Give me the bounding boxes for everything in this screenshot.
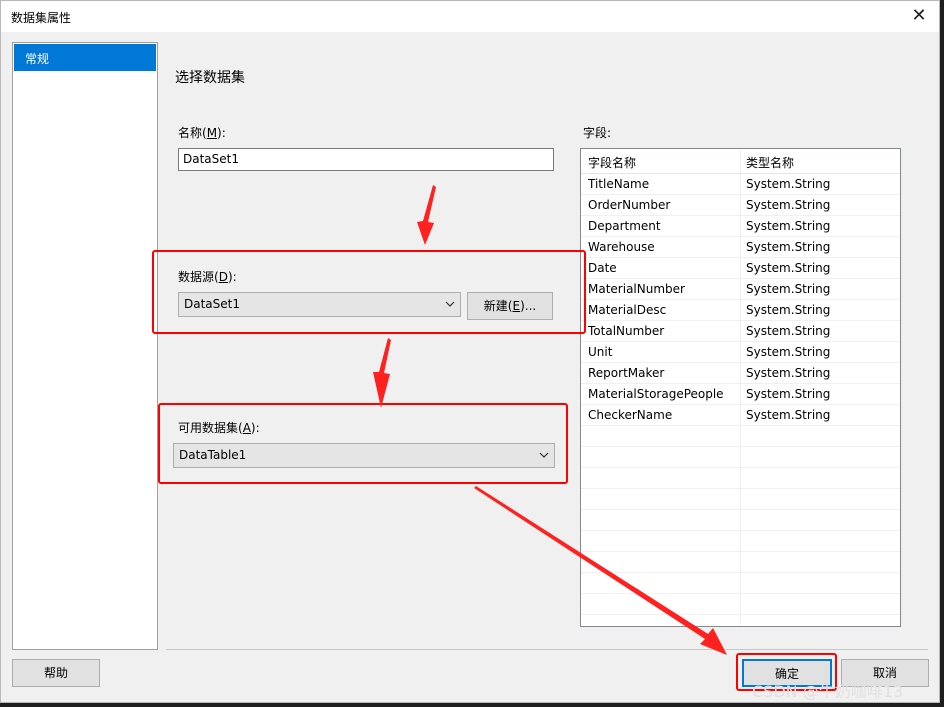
table-row (581, 447, 900, 468)
table-row[interactable]: OrderNumber System.String (581, 195, 900, 216)
table-row[interactable]: ReportMaker System.String (581, 363, 900, 384)
field-name-cell: Warehouse (588, 240, 655, 254)
table-row[interactable]: TotalNumber System.String (581, 321, 900, 342)
table-row (581, 510, 900, 531)
close-icon[interactable]: ✕ (899, 1, 939, 32)
name-label: 名称(M): (178, 124, 226, 141)
name-label-text: 名称( (178, 126, 207, 140)
field-name-cell: OrderNumber (588, 198, 671, 212)
watermark: CSDN @牛奶咖啡13 (752, 682, 904, 701)
field-name-cell: Date (588, 261, 617, 275)
table-row (581, 594, 900, 615)
field-type-cell: System.String (746, 303, 831, 317)
table-row (581, 468, 900, 489)
help-button[interactable]: 帮助 (12, 659, 100, 687)
field-type-cell: System.String (746, 408, 831, 422)
table-row (581, 426, 900, 447)
table-row[interactable]: TitleName System.String (581, 174, 900, 195)
fields-list[interactable]: 字段名称 类型名称 TitleName System.String OrderNum… (580, 148, 901, 627)
field-name-cell: MaterialDesc (588, 303, 667, 317)
field-type-cell: System.String (746, 387, 831, 401)
field-name-cell: ReportMaker (588, 366, 665, 380)
title-bar: 数据集属性 ✕ (1, 1, 939, 32)
name-label-key: M (206, 126, 218, 140)
data-set-properties-dialog: 数据集属性 ✕ 常规 选择数据集 名称(M): DataSet1 数据源(D):… (0, 0, 940, 703)
field-type-cell: System.String (746, 324, 831, 338)
table-row (581, 615, 900, 626)
table-row (581, 552, 900, 573)
col-header-field-name[interactable]: 字段名称 (588, 154, 636, 171)
table-row[interactable]: CheckerName System.String (581, 405, 900, 426)
nav-panel: 常规 (12, 42, 158, 650)
table-row[interactable]: Date System.String (581, 258, 900, 279)
field-name-cell: MaterialNumber (588, 282, 685, 296)
table-row (581, 573, 900, 594)
table-row[interactable]: MaterialDesc System.String (581, 300, 900, 321)
fields-label: 字段: (583, 126, 612, 140)
footer-divider (166, 649, 928, 650)
field-name-cell: MaterialStoragePeople (588, 387, 724, 401)
name-input[interactable]: DataSet1 (178, 148, 554, 171)
table-row[interactable]: Unit System.String (581, 342, 900, 363)
field-name-cell: Department (588, 219, 661, 233)
field-type-cell: System.String (746, 177, 831, 191)
table-row[interactable]: MaterialStoragePeople System.String (581, 384, 900, 405)
field-type-cell: System.String (746, 282, 831, 296)
field-name-cell: Unit (588, 345, 613, 359)
fields-header: 字段名称 类型名称 (581, 149, 900, 174)
table-row[interactable]: Department System.String (581, 216, 900, 237)
table-row (581, 531, 900, 552)
field-type-cell: System.String (746, 345, 831, 359)
section-title: 选择数据集 (175, 70, 245, 86)
field-name-cell: TitleName (588, 177, 650, 191)
field-name-cell: CheckerName (588, 408, 673, 422)
nav-item-general[interactable]: 常规 (14, 44, 156, 71)
field-type-cell: System.String (746, 198, 831, 212)
table-row[interactable]: Warehouse System.String (581, 237, 900, 258)
name-label-end: ): (217, 126, 226, 140)
table-row[interactable]: MaterialNumber System.String (581, 279, 900, 300)
col-header-type-name[interactable]: 类型名称 (746, 154, 794, 171)
available-datasets-highlight (158, 403, 568, 484)
data-source-highlight (152, 250, 586, 334)
dialog-title: 数据集属性 (11, 11, 72, 25)
field-type-cell: System.String (746, 261, 831, 275)
field-name-cell: TotalNumber (588, 324, 665, 338)
table-row (581, 489, 900, 510)
field-type-cell: System.String (746, 240, 831, 254)
field-type-cell: System.String (746, 219, 831, 233)
field-type-cell: System.String (746, 366, 831, 380)
